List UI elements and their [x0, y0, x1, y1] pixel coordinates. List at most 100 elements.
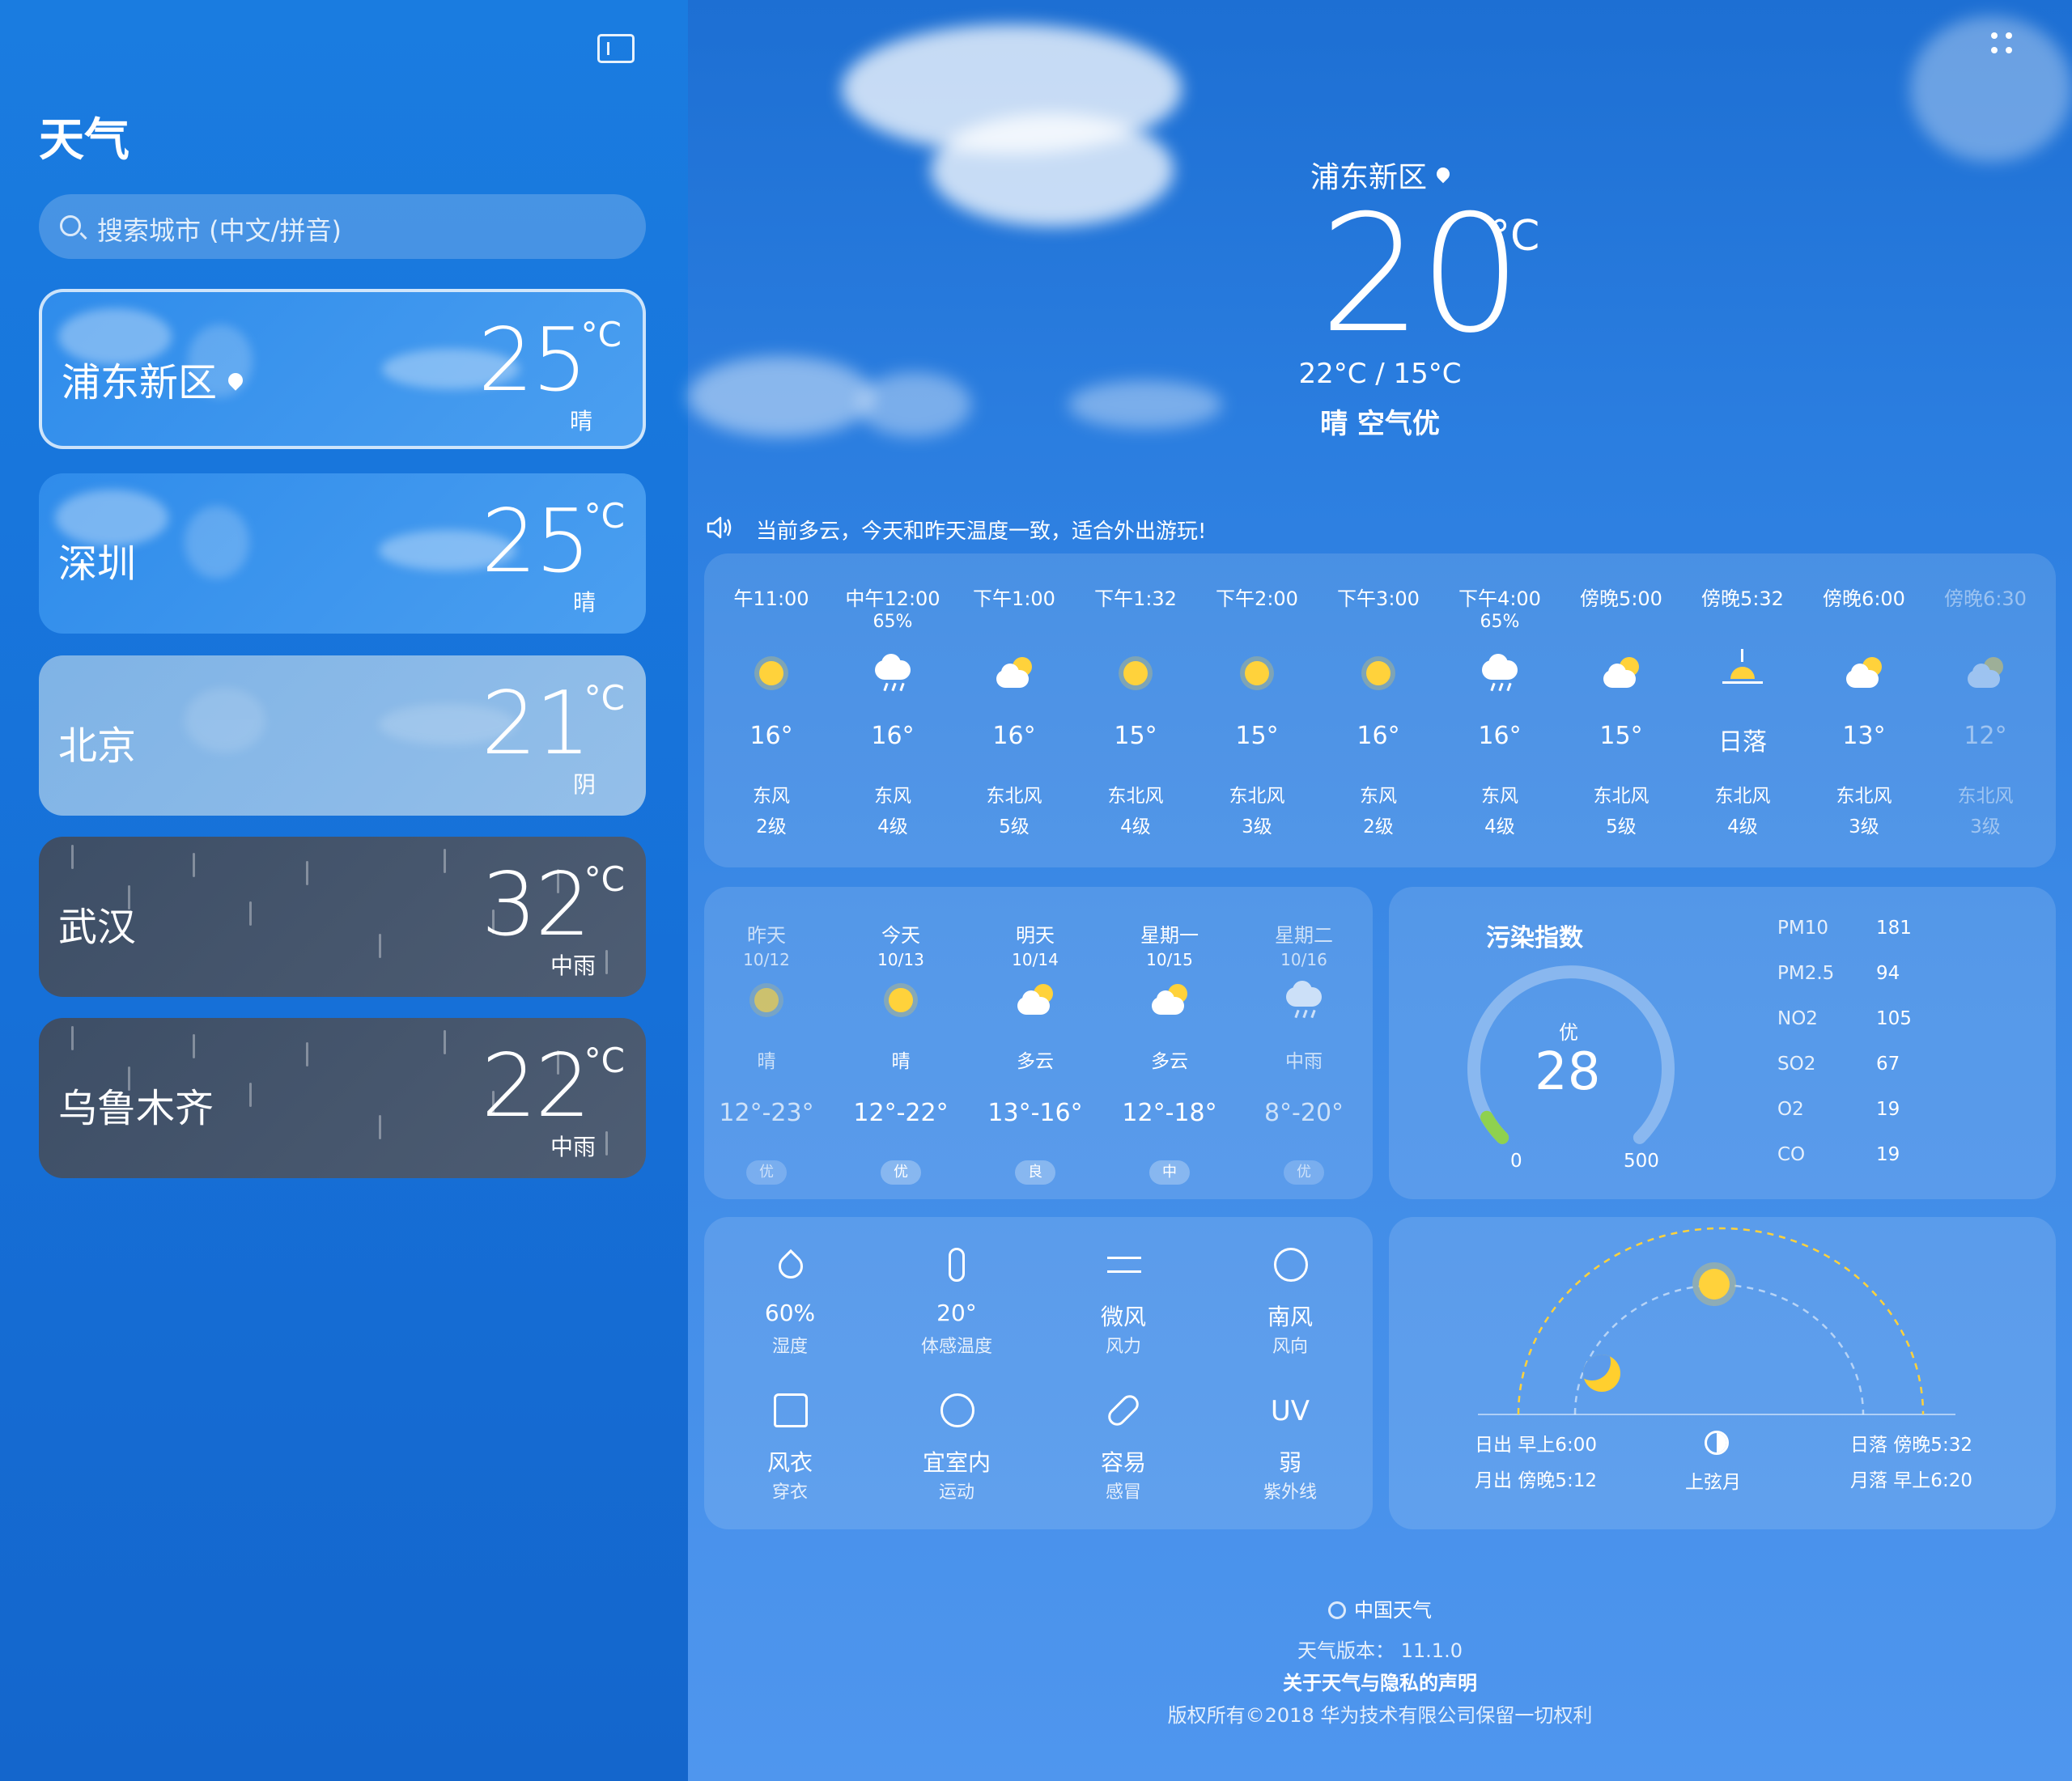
hour-temp: 16°	[1478, 722, 1522, 750]
daily-forecast[interactable]: 昨天 10/12 晴 12°-23° 优 今天 10/13 晴 12°-22° 优 明天 10/14 多…	[704, 887, 1373, 1199]
sun-icon	[877, 976, 925, 1024]
pollutant-row: O2 19	[1777, 1099, 1900, 1120]
city-card-shenzhen[interactable]: 深圳 25 °C 晴	[39, 473, 646, 634]
footer-copyright: 版权所有©2018 华为技术有限公司保留一切权利	[1167, 1704, 1593, 1727]
pollutant-row: NO2 105	[1777, 1008, 1912, 1029]
wind-direction: 东风	[1360, 786, 1397, 807]
detail-label: 体感温度	[920, 1337, 992, 1357]
moon-phase-icon	[1705, 1431, 1729, 1455]
hour-temp: 15°	[1114, 722, 1157, 750]
wind-level: 2级	[1363, 816, 1394, 837]
compass-icon	[1274, 1248, 1308, 1282]
detail-label: 风力	[1105, 1337, 1141, 1357]
city-condition: 中雨	[550, 1134, 596, 1160]
day-condition: 中雨	[1285, 1051, 1323, 1072]
temp-unit: °C	[580, 315, 622, 354]
hour-time: 下午2:00	[1216, 587, 1298, 610]
hour-time: 下午4:00	[1458, 587, 1541, 610]
more-options-icon[interactable]	[1991, 32, 2017, 58]
wind-direction: 东北风	[1593, 786, 1650, 807]
city-card-pudong[interactable]: 浦东新区 25 °C 晴	[39, 289, 646, 449]
day-date: 10/15	[1146, 950, 1193, 969]
precip-chance: 65%	[1480, 612, 1520, 632]
city-card-wuhan[interactable]: 武汉 32 °C 中雨	[39, 837, 646, 997]
privacy-link[interactable]: 关于天气与隐私的声明	[688, 1667, 2072, 1695]
footer-version: 天气版本： 11.1.0	[1297, 1639, 1463, 1662]
partly-cloudy-icon	[1961, 649, 2010, 698]
detail-value: 60%	[764, 1300, 816, 1326]
humidity-icon	[773, 1249, 809, 1284]
wind-level: 4级	[877, 816, 908, 837]
hour-time: 下午1:32	[1094, 587, 1177, 610]
wind-direction: 东风	[1481, 786, 1518, 807]
pollutant-name: SO2	[1777, 1054, 1816, 1075]
city-card-beijing[interactable]: 北京 21 °C 阴	[39, 655, 646, 816]
aqi-level: 优	[1559, 1021, 1578, 1044]
wind-level: 3级	[1849, 816, 1879, 837]
city-temp: 32	[481, 854, 591, 956]
wind-direction: 东北风	[1107, 786, 1164, 807]
sun-moon-card: 日出 早上6:00 月出 傍晚5:12 上弦月 日落 傍晚5:32 月落 早上6…	[1389, 1217, 2056, 1529]
day-name: 星期一	[1140, 924, 1199, 947]
pollutant-name: O2	[1777, 1099, 1804, 1120]
city-name: 北京	[58, 723, 137, 769]
aqi-badge: 良	[1015, 1160, 1055, 1185]
hourly-item: 下午2:00 15° 东北风 3级	[1196, 553, 1318, 867]
hour-time: 傍晚5:32	[1701, 587, 1784, 610]
speaker-icon[interactable]	[706, 515, 735, 541]
wind-direction: 东北风	[1957, 786, 2014, 807]
detail-value: 容易	[1100, 1449, 1146, 1476]
moonset-time: 月落 早上6:20	[1850, 1470, 1972, 1491]
pollution-title: 污染指数	[1486, 924, 1583, 952]
daily-item: 今天 10/13 晴 12°-22° 优	[840, 887, 962, 1199]
day-temp-range: 12°-22°	[853, 1099, 949, 1127]
rain-cloud-icon	[868, 649, 917, 698]
day-condition: 多云	[1017, 1051, 1054, 1072]
hourly-item: 傍晚6:00 13° 东北风 3级	[1803, 553, 1925, 867]
pollutant-value: 19	[1876, 1144, 1900, 1165]
pollutant-row: SO2 67	[1777, 1054, 1900, 1075]
city-card-urumqi[interactable]: 乌鲁木齐 22 °C 中雨	[39, 1018, 646, 1178]
aqi-badge: 优	[881, 1160, 921, 1185]
partly-cloudy-icon	[1597, 649, 1645, 698]
city-condition: 阴	[572, 771, 596, 798]
pollutant-value: 94	[1876, 963, 1900, 984]
hour-time: 中午12:00	[845, 587, 940, 610]
wind-level: 5级	[1606, 816, 1637, 837]
hour-time: 傍晚6:30	[1944, 587, 2027, 610]
wind-level: 2级	[756, 816, 787, 837]
wind-level: 4级	[1484, 816, 1515, 837]
location-pin-icon	[225, 370, 246, 391]
daily-item: 昨天 10/12 晴 12°-23° 优	[706, 887, 827, 1199]
hour-time: 下午3:00	[1337, 587, 1420, 610]
detail-value: 弱	[1278, 1449, 1301, 1476]
hourly-forecast[interactable]: 午11:00 16° 东风 2级 中午12:00 65% 16° 东风 4级 下午1:00 16° 东…	[704, 553, 2056, 867]
sidebar-title: 天气	[39, 114, 130, 167]
wind-icon	[1107, 1257, 1141, 1273]
pollutant-row: CO 19	[1777, 1144, 1900, 1165]
wind-level: 3级	[1242, 816, 1272, 837]
hourly-item: 下午4:00 65% 16° 东风 4级	[1439, 553, 1560, 867]
pollution-card[interactable]: 污染指数 优 28 0 500 PM10 181 PM2.5 94 NO2 105 SO2 6…	[1389, 887, 2056, 1199]
wind-level: 4级	[1120, 816, 1151, 837]
day-date: 10/12	[743, 950, 790, 969]
partly-cloudy-icon	[1840, 649, 1888, 698]
sun-icon	[747, 649, 796, 698]
day-condition: 晴	[891, 1051, 911, 1072]
wind-direction: 东北风	[1836, 786, 1892, 807]
day-name: 星期二	[1275, 924, 1333, 947]
aqi-badge: 优	[1284, 1160, 1324, 1185]
city-temp: 21	[481, 673, 591, 774]
city-search-input[interactable]: 搜索城市 (中文/拼音)	[39, 194, 646, 259]
hour-temp: 16°	[871, 722, 915, 750]
hourly-item: 傍晚5:00 15° 东北风 5级	[1560, 553, 1682, 867]
sidebar-toggle-icon[interactable]	[597, 34, 635, 63]
wind-direction: 东风	[874, 786, 911, 807]
hourly-item: 中午12:00 65% 16° 东风 4级	[832, 553, 953, 867]
day-name: 明天	[1016, 924, 1055, 947]
wind-level: 5级	[999, 816, 1030, 837]
temp-unit: °C	[584, 678, 625, 718]
temp-unit: °C	[584, 859, 625, 899]
current-condition: 晴 空气优	[1320, 408, 1440, 440]
daily-item: 明天 10/14 多云 13°-16° 良	[974, 887, 1096, 1199]
